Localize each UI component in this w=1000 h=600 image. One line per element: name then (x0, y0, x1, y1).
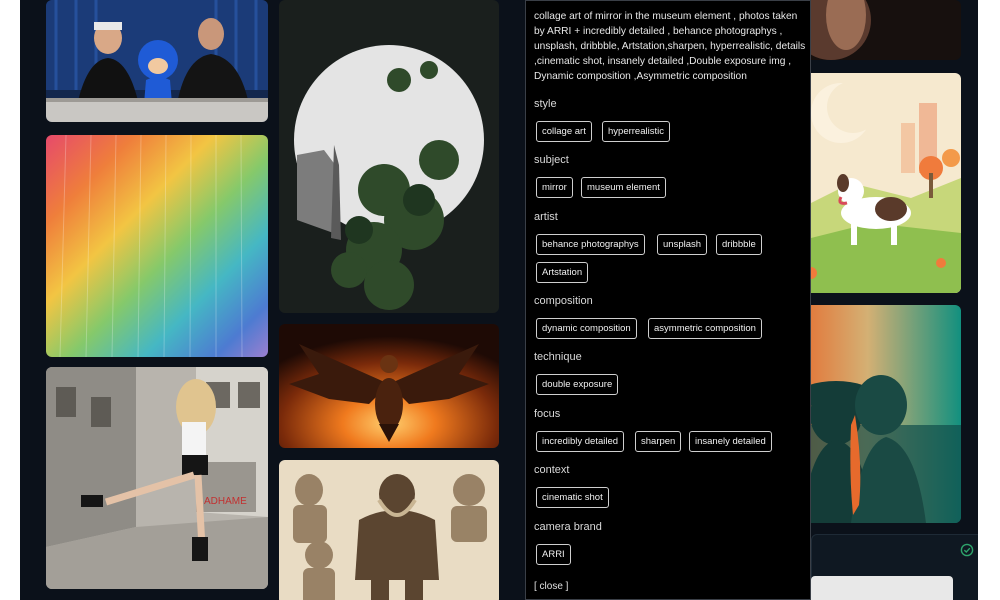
tag-arri[interactable]: ARRI (536, 544, 571, 565)
tag-insanely-detailed[interactable]: insanely detailed (689, 431, 772, 452)
image-fire-eagle[interactable] (279, 324, 499, 448)
tag-collage-art[interactable]: collage art (536, 121, 592, 142)
image-warrior-sketch[interactable] (279, 460, 499, 600)
section-title-camera-brand: camera brand (534, 521, 602, 533)
graffiti-text: ADHAME (204, 496, 247, 507)
prompt-text: collage art of mirror in the museum elem… (534, 11, 806, 82)
close-link[interactable]: [ close ] (534, 581, 568, 592)
tag-double-exposure[interactable]: double exposure (536, 374, 619, 395)
image-dog-meadow[interactable] (791, 73, 961, 293)
tag-unsplash[interactable]: unsplash (657, 234, 708, 255)
tag-dynamic-composition[interactable]: dynamic composition (536, 318, 637, 339)
tag-mirror[interactable]: mirror (536, 177, 573, 198)
section-title-style: style (534, 98, 557, 110)
tag-asymmetric-composition[interactable]: asymmetric composition (648, 318, 762, 339)
section-title-artist: artist (534, 211, 558, 223)
section-title-subject: subject (534, 154, 569, 166)
section-title-composition: composition (534, 295, 593, 307)
image-couple-silhouette[interactable] (791, 305, 961, 523)
tag-cinematic-shot[interactable]: cinematic shot (536, 487, 609, 508)
image-podcast-with-sonic[interactable] (46, 0, 268, 122)
tag-incredibly-detailed[interactable]: incredibly detailed (536, 431, 625, 452)
section-title-focus: focus (534, 408, 561, 420)
image-mirror-double-exposure[interactable] (279, 0, 499, 313)
bottom-right-card-preview (811, 576, 953, 600)
tag-behance-photographys[interactable]: behance photographys (536, 234, 645, 255)
tag-hyperrealistic[interactable]: hyperrealistic (602, 121, 670, 142)
section-title-technique: technique (534, 351, 582, 363)
check-circle-icon[interactable] (960, 543, 974, 557)
section-title-context: context (534, 464, 570, 476)
tag-artstation[interactable]: Artstation (536, 262, 589, 283)
prompt-details-panel: collage art of mirror in the museum elem… (525, 0, 811, 600)
image-portrait-top-right[interactable] (791, 0, 961, 60)
gallery-app: ADHAME collage art of mirror in the muse… (20, 0, 978, 600)
tag-museum-element[interactable]: museum element (581, 177, 666, 198)
image-rainbow-texture[interactable] (46, 135, 268, 357)
tag-dribbble[interactable]: dribbble (716, 234, 762, 255)
tag-sharpen[interactable]: sharpen (635, 431, 682, 452)
image-dancing-woman-street[interactable]: ADHAME (46, 367, 268, 589)
